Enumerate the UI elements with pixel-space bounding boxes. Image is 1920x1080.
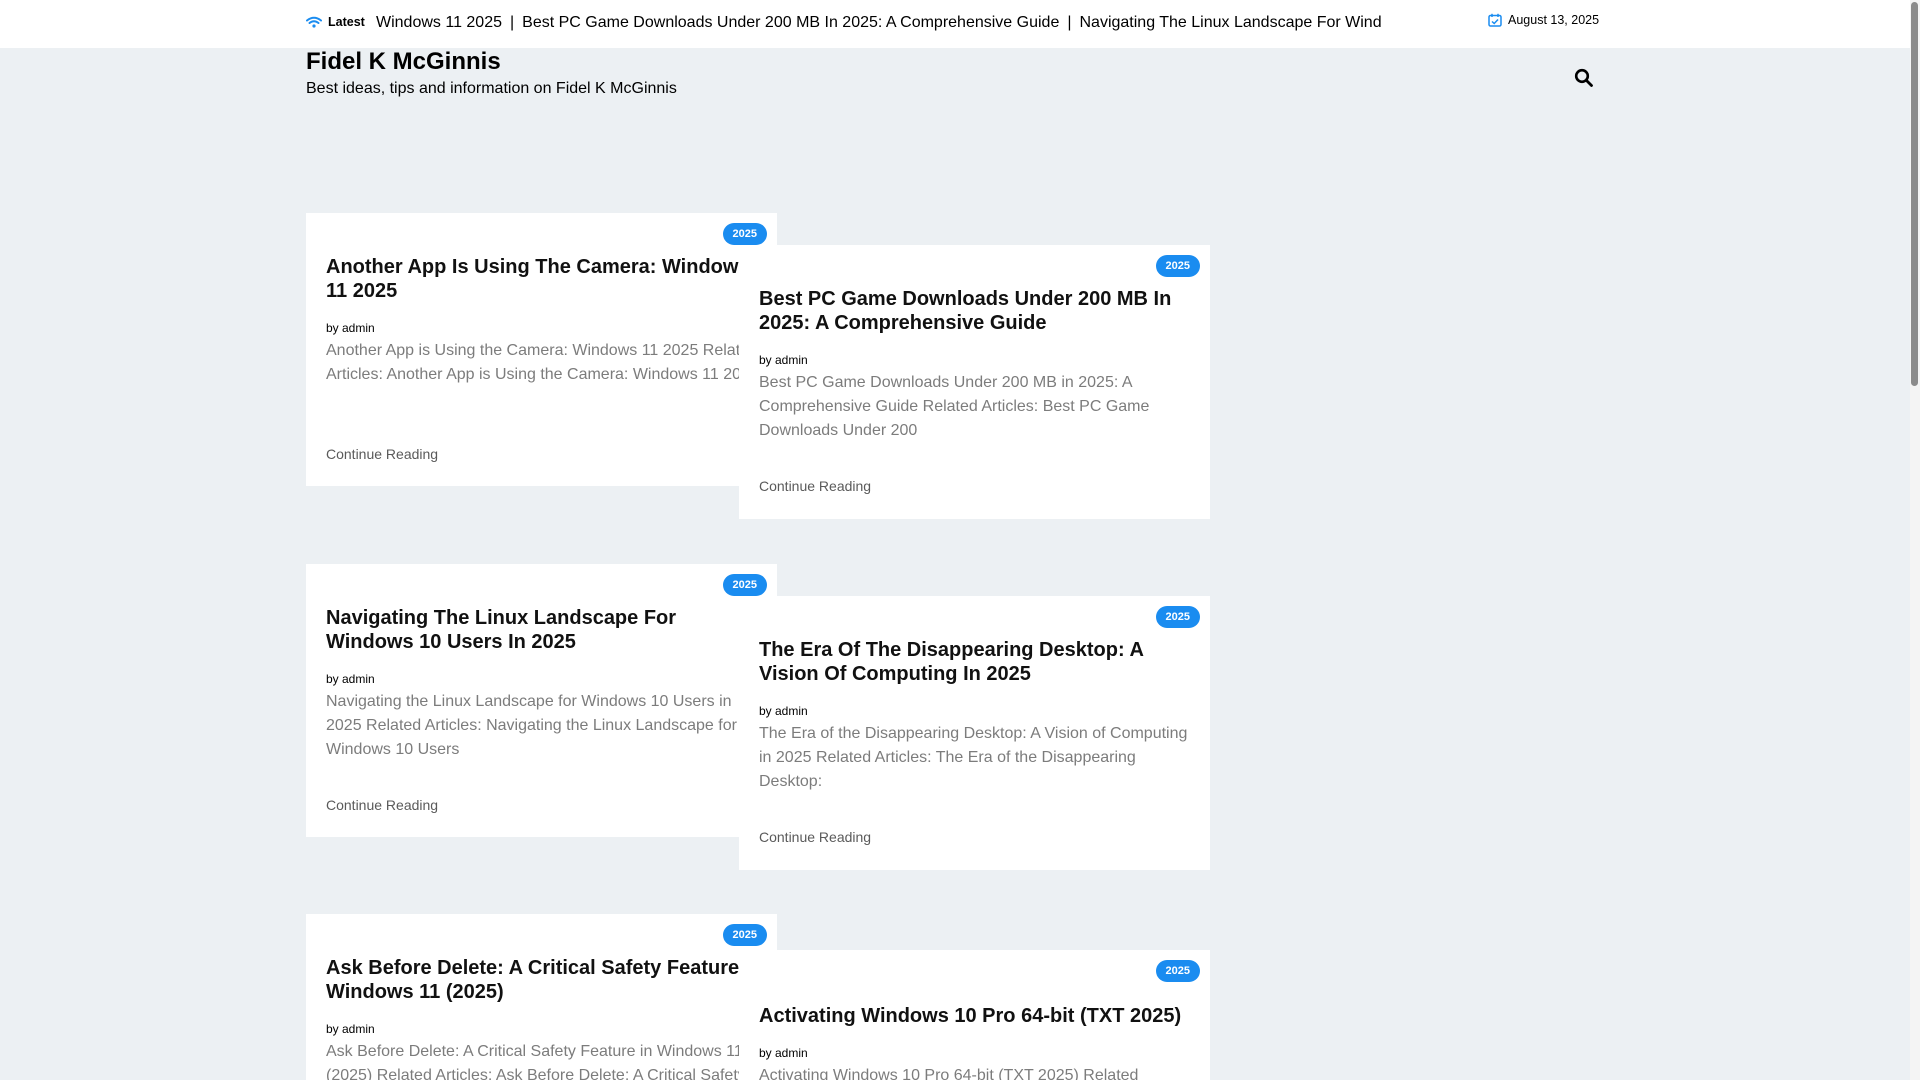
post-author[interactable]: by admin bbox=[326, 1022, 375, 1036]
post-title[interactable]: The Era Of The Disappearing Desktop: A V… bbox=[759, 638, 1199, 686]
date-text: August 13, 2025 bbox=[1508, 13, 1600, 27]
site-tagline: Best ideas, tips and information on Fide… bbox=[306, 80, 677, 97]
category-badge[interactable]: 2025 bbox=[722, 223, 767, 245]
continue-reading-link[interactable]: Continue Reading bbox=[326, 446, 438, 462]
category-badge[interactable]: 2025 bbox=[722, 924, 767, 946]
post-excerpt: The Era of the Disappearing Desktop: A V… bbox=[759, 725, 1188, 790]
post-author[interactable]: by admin bbox=[326, 321, 375, 335]
post-excerpt: Activating Windows 10 Pro 64-bit (TXT 20… bbox=[759, 1067, 1139, 1080]
post-title[interactable]: Ask Before Delete: A Critical Safety Fea… bbox=[326, 956, 766, 1004]
category-badge[interactable]: 2025 bbox=[722, 574, 767, 596]
post-card: 2025 Navigating The Linux Landscape For … bbox=[306, 564, 777, 837]
post-excerpt: Best PC Game Downloads Under 200 MB in 2… bbox=[759, 374, 1150, 439]
wifi-icon bbox=[306, 16, 322, 28]
current-date: August 13, 2025 bbox=[1488, 13, 1599, 27]
ticker-separator: | bbox=[510, 14, 515, 31]
calendar-check-icon bbox=[1488, 13, 1502, 27]
post-card: 2025 Activating Windows 10 Pro 64-bit (T… bbox=[739, 950, 1210, 1080]
site-header: Fidel K McGinnis Best ideas, tips and in… bbox=[0, 48, 1910, 117]
category-badge[interactable]: 2025 bbox=[1155, 606, 1200, 628]
news-ticker: Windows 11 2025 | Best PC Game Downloads U… bbox=[376, 14, 1386, 32]
page-scrollbar-thumb[interactable] bbox=[1911, 2, 1918, 386]
post-title[interactable]: Activating Windows 10 Pro 64-bit (TXT 20… bbox=[759, 1004, 1199, 1028]
post-card: 2025 Ask Before Delete: A Critical Safet… bbox=[306, 914, 777, 1080]
latest-label: Latest bbox=[306, 15, 365, 29]
post-author[interactable]: by admin bbox=[759, 704, 808, 718]
top-bar: Latest Windows 11 2025 | Best PC Game Down… bbox=[0, 0, 1910, 48]
ticker-separator: | bbox=[1067, 14, 1072, 31]
search-icon bbox=[1574, 68, 1593, 87]
ticker-item[interactable]: Best PC Game Downloads Under 200 MB In 2… bbox=[522, 14, 1059, 31]
post-excerpt: Another App is Using the Camera: Windows… bbox=[326, 342, 759, 383]
post-title[interactable]: Navigating The Linux Landscape For Windo… bbox=[326, 606, 766, 654]
ticker-item[interactable]: Navigating The Linux Landscape For Wind bbox=[1080, 14, 1382, 31]
post-author[interactable]: by admin bbox=[326, 672, 375, 686]
post-title[interactable]: Another App Is Using The Camera: Windows… bbox=[326, 255, 766, 303]
post-card: 2025 Another App Is Using The Camera: Wi… bbox=[306, 213, 777, 486]
post-author[interactable]: by admin bbox=[759, 353, 808, 367]
continue-reading-link[interactable]: Continue Reading bbox=[759, 829, 871, 845]
post-author[interactable]: by admin bbox=[759, 1046, 808, 1060]
category-badge[interactable]: 2025 bbox=[1155, 255, 1200, 277]
post-excerpt: Navigating the Linux Landscape for Windo… bbox=[326, 693, 737, 758]
latest-label-text: Latest bbox=[328, 15, 365, 29]
post-excerpt: Ask Before Delete: A Critical Safety Fea… bbox=[326, 1043, 746, 1080]
continue-reading-link[interactable]: Continue Reading bbox=[326, 797, 438, 813]
category-badge[interactable]: 2025 bbox=[1155, 960, 1200, 982]
site-title[interactable]: Fidel K McGinnis bbox=[306, 48, 501, 76]
continue-reading-link[interactable]: Continue Reading bbox=[759, 478, 871, 494]
post-card: 2025 Best PC Game Downloads Under 200 MB… bbox=[739, 245, 1210, 519]
search-button[interactable] bbox=[1574, 68, 1596, 90]
ticker-item[interactable]: Windows 11 2025 bbox=[376, 14, 502, 31]
post-card: 2025 The Era Of The Disappearing Desktop… bbox=[739, 596, 1210, 870]
post-title[interactable]: Best PC Game Downloads Under 200 MB In 2… bbox=[759, 287, 1199, 335]
